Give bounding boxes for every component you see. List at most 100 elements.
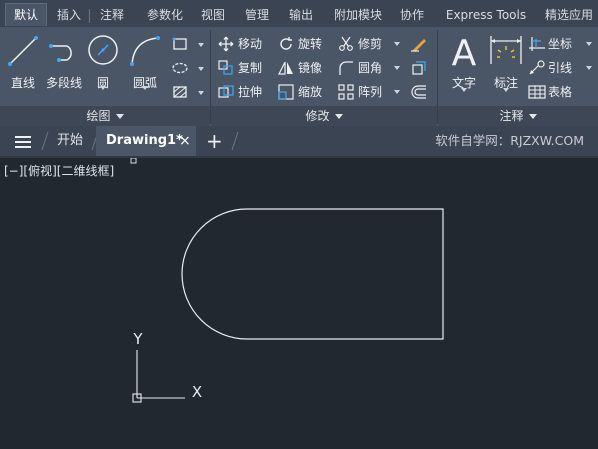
- tab-divider: [231, 131, 239, 151]
- erase-button[interactable]: [410, 33, 432, 55]
- offset-icon: [411, 85, 426, 99]
- dimension-icon: [490, 36, 522, 64]
- mirror-button[interactable]: 镜像: [278, 57, 334, 79]
- leader-button[interactable]: 引线: [528, 57, 598, 79]
- rectangle-icon: [172, 37, 187, 50]
- array-icon: [338, 84, 354, 100]
- line-tool-label: 直线: [10, 76, 35, 90]
- chevron-down-icon[interactable]: [394, 42, 400, 46]
- tab-default[interactable]: 默认: [5, 3, 47, 26]
- tab-parametric[interactable]: 参数化: [140, 4, 190, 26]
- tab-insert[interactable]: 插入: [52, 4, 86, 26]
- copy-icon: [218, 60, 233, 75]
- circle-tool-button[interactable]: 圆: [86, 32, 120, 91]
- polyline-tool-button[interactable]: 多段线: [44, 32, 84, 91]
- start-tab[interactable]: 开始: [57, 126, 87, 156]
- chevron-down-icon[interactable]: [142, 86, 148, 90]
- brand-watermark: 软件自学网：RJZXW.COM: [435, 133, 584, 148]
- annotation-group-title[interactable]: 注释: [438, 107, 598, 125]
- circle-icon: [88, 35, 118, 65]
- rectangle-tool-button[interactable]: [172, 34, 206, 56]
- grip-marker: [130, 158, 137, 164]
- tab-addins[interactable]: 附加模块: [328, 4, 388, 26]
- tab-annotate[interactable]: 注释: [94, 4, 130, 26]
- line-icon: [8, 36, 38, 66]
- chevron-down-icon[interactable]: [586, 66, 592, 70]
- chevron-down-icon[interactable]: [100, 86, 106, 90]
- tab-collaborate[interactable]: 协作: [394, 4, 430, 26]
- explode-button[interactable]: [410, 57, 432, 79]
- array-button[interactable]: 阵列: [338, 81, 402, 103]
- hatch-icon: [173, 86, 187, 98]
- drawing-tab[interactable]: Drawing1* ×: [96, 126, 196, 156]
- slot-shape[interactable]: [181, 208, 444, 340]
- rotate-button[interactable]: 旋转: [278, 33, 334, 55]
- hatch-tool-button[interactable]: [172, 58, 206, 80]
- tab-featured-apps[interactable]: 精选应用: [540, 4, 598, 26]
- stretch-icon: [218, 85, 234, 98]
- chevron-down-icon[interactable]: [586, 42, 592, 46]
- tab-view[interactable]: 视图: [196, 4, 230, 26]
- chevron-down-icon[interactable]: [198, 67, 204, 71]
- ucs-x-label: X: [192, 383, 202, 401]
- scale-button[interactable]: 缩放: [278, 81, 334, 103]
- line-tool-button[interactable]: 直线: [4, 32, 42, 91]
- fillet-icon: [339, 61, 353, 75]
- drawing-canvas[interactable]: Y X: [0, 158, 598, 449]
- modify-group-label: 修改: [305, 109, 330, 123]
- trim-button[interactable]: 修剪: [338, 33, 402, 55]
- chevron-down-icon[interactable]: [503, 88, 509, 92]
- chevron-down-icon: [334, 114, 343, 119]
- mirror-label: 镜像: [298, 61, 323, 75]
- stretch-button[interactable]: 拉伸: [218, 81, 274, 103]
- move-button[interactable]: 移动: [218, 33, 274, 55]
- chevron-down-icon[interactable]: [461, 88, 467, 92]
- close-icon[interactable]: ×: [179, 126, 191, 156]
- arc-icon: [130, 36, 160, 66]
- drawing-tab-label: Drawing1*: [106, 133, 183, 148]
- chevron-down-icon[interactable]: [394, 66, 400, 70]
- copy-label: 复制: [238, 61, 263, 75]
- add-tab-button[interactable]: +: [206, 126, 223, 156]
- menu-icon[interactable]: [14, 134, 32, 148]
- arc-tool-button[interactable]: 圆弧: [126, 32, 164, 91]
- chevron-down-icon: [528, 114, 537, 119]
- text-a-icon: A: [452, 33, 477, 74]
- ucs-y-label: Y: [132, 330, 143, 348]
- table-icon: [528, 85, 546, 99]
- tab-express-tools[interactable]: Express Tools: [440, 4, 532, 26]
- draw-group-label: 绘图: [86, 109, 111, 123]
- coordinate-icon: [529, 37, 545, 51]
- dimension-tool-button[interactable]: 标注: [488, 32, 524, 92]
- chevron-down-icon[interactable]: [394, 90, 400, 94]
- scale-label: 缩放: [298, 85, 323, 99]
- chevron-down-icon[interactable]: [198, 43, 204, 47]
- explode-icon: [412, 61, 426, 75]
- text-tool-button[interactable]: A 文字: [444, 32, 484, 92]
- polyline-tool-label: 多段线: [45, 76, 82, 90]
- rotate-label: 旋转: [298, 37, 323, 51]
- tab-manage[interactable]: 管理: [240, 4, 274, 26]
- svg-text:A: A: [452, 33, 477, 70]
- offset-button[interactable]: [410, 81, 432, 103]
- copy-button[interactable]: 复制: [218, 57, 274, 79]
- draw-group-title[interactable]: 绘图: [0, 107, 210, 125]
- stretch-label: 拉伸: [238, 85, 263, 99]
- polyline-icon: [49, 44, 72, 62]
- trim-label: 修剪: [358, 37, 383, 51]
- tab-output[interactable]: 输出: [284, 4, 318, 26]
- ellipse-icon: [172, 62, 188, 74]
- scissors-icon: [339, 36, 353, 51]
- scale-icon: [278, 84, 294, 100]
- chevron-down-icon: [115, 114, 124, 119]
- rotate-icon: [280, 37, 292, 50]
- boundary-tool-button[interactable]: [172, 82, 206, 104]
- chevron-down-icon[interactable]: [198, 91, 204, 95]
- modify-group-title[interactable]: 修改: [211, 107, 437, 125]
- fillet-button[interactable]: 圆角: [338, 57, 402, 79]
- coordinate-button[interactable]: 坐标: [528, 33, 598, 55]
- tab-separator: [89, 9, 90, 23]
- array-label: 阵列: [358, 85, 383, 99]
- leader-label: 引线: [548, 61, 573, 75]
- table-button[interactable]: 表格: [528, 81, 598, 103]
